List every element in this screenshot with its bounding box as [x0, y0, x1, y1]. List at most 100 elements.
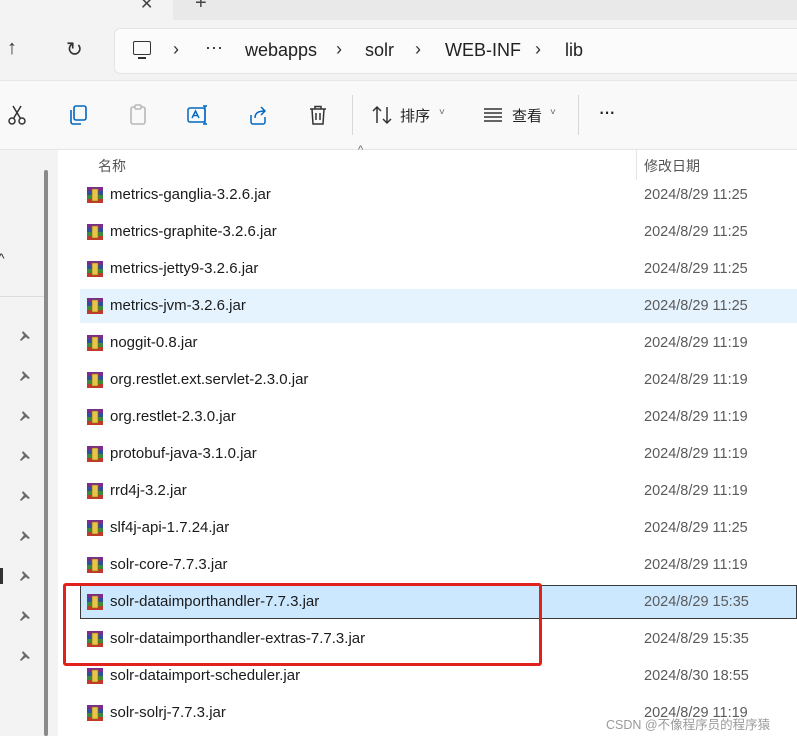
refresh-icon[interactable]: ↻: [66, 37, 83, 62]
up-arrow-icon[interactable]: ↑: [7, 37, 17, 60]
breadcrumb-webapps[interactable]: webapps: [245, 40, 317, 61]
file-name: solr-core-7.7.3.jar: [110, 556, 228, 573]
file-name: slf4j-api-1.7.24.jar: [110, 519, 230, 536]
watermark: CSDN @不像程序员的程序猿: [606, 718, 771, 732]
file-row[interactable]: protobuf-java-3.1.0.jar 2024/8/29 11:19: [80, 437, 797, 471]
file-name: org.restlet.ext.servlet-2.3.0.jar: [110, 371, 309, 388]
file-row[interactable]: slf4j-api-1.7.24.jar 2024/8/29 11:25: [80, 511, 797, 545]
file-name: solr-dataimport-scheduler.jar: [110, 667, 301, 684]
jar-archive-icon: [87, 705, 103, 721]
column-header-name[interactable]: 名称: [98, 156, 126, 176]
tab-strip: ✕ +: [0, 0, 797, 20]
toolbar-divider: [578, 95, 579, 135]
breadcrumb-lib[interactable]: lib: [565, 40, 583, 61]
new-tab-icon[interactable]: +: [195, 0, 207, 15]
file-date-modified: 2024/8/29 11:25: [644, 298, 748, 314]
command-bar: 排序 ˅ 查看 ˅ ···: [0, 80, 797, 150]
pin-icon[interactable]: [19, 330, 31, 342]
copy-icon[interactable]: [66, 103, 90, 127]
breadcrumb-solr[interactable]: solr: [365, 40, 394, 61]
sort-icon[interactable]: [370, 103, 394, 127]
file-row[interactable]: org.restlet.ext.servlet-2.3.0.jar 2024/8/…: [80, 363, 797, 397]
pin-icon[interactable]: [19, 450, 31, 462]
delete-icon[interactable]: [306, 103, 330, 127]
file-name: metrics-jvm-3.2.6.jar: [110, 297, 246, 314]
paste-icon[interactable]: [126, 103, 150, 127]
cut-icon[interactable]: [6, 103, 30, 127]
file-date-modified: 2024/8/29 11:25: [644, 224, 748, 240]
jar-archive-icon: [87, 483, 103, 499]
breadcrumb-web-inf[interactable]: WEB-INF: [445, 40, 521, 61]
file-date-modified: 2024/8/29 11:19: [644, 409, 748, 425]
jar-archive-icon: [87, 372, 103, 388]
file-date-modified: 2024/8/29 11:19: [644, 372, 748, 388]
file-row[interactable]: metrics-jetty9-3.2.6.jar 2024/8/29 11:25: [80, 252, 797, 286]
file-name: metrics-jetty9-3.2.6.jar: [110, 260, 259, 277]
file-name: org.restlet-2.3.0.jar: [110, 408, 236, 425]
breadcrumb-chevron-icon[interactable]: ›: [415, 39, 421, 60]
sort-chevron-down-icon[interactable]: ˅: [439, 107, 445, 118]
close-tab-icon[interactable]: ✕: [140, 0, 153, 14]
file-row[interactable]: metrics-graphite-3.2.6.jar 2024/8/29 11:2…: [80, 215, 797, 249]
file-date-modified: 2024/8/30 18:55: [644, 668, 749, 684]
pin-icon[interactable]: [19, 370, 31, 382]
navigation-pane: ^: [0, 150, 58, 736]
file-date-modified: 2024/8/29 11:19: [644, 483, 748, 499]
file-name: metrics-graphite-3.2.6.jar: [110, 223, 277, 240]
jar-archive-icon: [87, 261, 103, 277]
jar-archive-icon: [87, 298, 103, 314]
file-row[interactable]: metrics-ganglia-3.2.6.jar 2024/8/29 11:25: [80, 178, 797, 212]
breadcrumb-chevron-icon[interactable]: ›: [173, 39, 179, 60]
jar-archive-icon: [87, 668, 103, 684]
jar-archive-icon: [87, 409, 103, 425]
address-row: ↑ ↻ › ··· webapps › solr › WEB-INF › lib: [0, 20, 797, 80]
breadcrumb-chevron-icon[interactable]: ›: [535, 39, 541, 60]
pin-icon[interactable]: [19, 610, 31, 622]
nav-selection-indicator: [0, 568, 3, 584]
jar-archive-icon: [87, 224, 103, 240]
file-name: noggit-0.8.jar: [110, 334, 198, 351]
file-date-modified: 2024/8/29 11:19: [644, 335, 748, 351]
file-name: rrd4j-3.2.jar: [110, 482, 187, 499]
file-row[interactable]: noggit-0.8.jar 2024/8/29 11:19: [80, 326, 797, 360]
pin-icon[interactable]: [19, 490, 31, 502]
nav-divider: [0, 296, 46, 297]
file-date-modified: 2024/8/29 11:19: [644, 446, 748, 462]
jar-archive-icon: [87, 335, 103, 351]
file-row[interactable]: solr-core-7.7.3.jar 2024/8/29 11:19: [80, 548, 797, 582]
collapse-chevron-icon[interactable]: ^: [0, 250, 5, 266]
nav-scrollbar[interactable]: [44, 170, 48, 736]
share-icon[interactable]: [246, 103, 270, 127]
file-name: solr-solrj-7.7.3.jar: [110, 704, 226, 721]
pin-icon[interactable]: [19, 570, 31, 582]
sort-ascending-indicator: ^: [358, 144, 364, 156]
view-icon[interactable]: [481, 103, 505, 127]
view-chevron-down-icon[interactable]: ˅: [550, 107, 556, 118]
file-row[interactable]: org.restlet-2.3.0.jar 2024/8/29 11:19: [80, 400, 797, 434]
pin-icon[interactable]: [19, 650, 31, 662]
file-date-modified: 2024/8/29 15:35: [644, 594, 749, 610]
rename-icon[interactable]: [186, 103, 210, 127]
file-row[interactable]: metrics-jvm-3.2.6.jar 2024/8/29 11:25: [80, 289, 797, 323]
sort-button[interactable]: 排序: [400, 105, 430, 126]
view-button[interactable]: 查看: [512, 105, 542, 126]
file-name: metrics-ganglia-3.2.6.jar: [110, 186, 271, 203]
jar-archive-icon: [87, 446, 103, 462]
file-date-modified: 2024/8/29 11:25: [644, 187, 748, 203]
pin-icon[interactable]: [19, 530, 31, 542]
file-date-modified: 2024/8/29 11:25: [644, 520, 748, 536]
this-pc-icon[interactable]: [133, 41, 151, 59]
file-date-modified: 2024/8/29 11:19: [644, 557, 748, 573]
more-options-icon[interactable]: ···: [598, 99, 616, 125]
address-bar[interactable]: › ··· webapps › solr › WEB-INF › lib: [114, 28, 797, 74]
pin-icon[interactable]: [19, 410, 31, 422]
jar-archive-icon: [87, 520, 103, 536]
column-divider[interactable]: [636, 150, 637, 180]
file-row[interactable]: rrd4j-3.2.jar 2024/8/29 11:19: [80, 474, 797, 508]
breadcrumb-chevron-icon[interactable]: ›: [336, 39, 342, 60]
jar-archive-icon: [87, 187, 103, 203]
toolbar-divider: [352, 95, 353, 135]
column-header-date-modified[interactable]: 修改日期: [644, 156, 700, 176]
breadcrumb-overflow[interactable]: ···: [205, 37, 223, 58]
active-tab[interactable]: ✕: [0, 0, 173, 20]
